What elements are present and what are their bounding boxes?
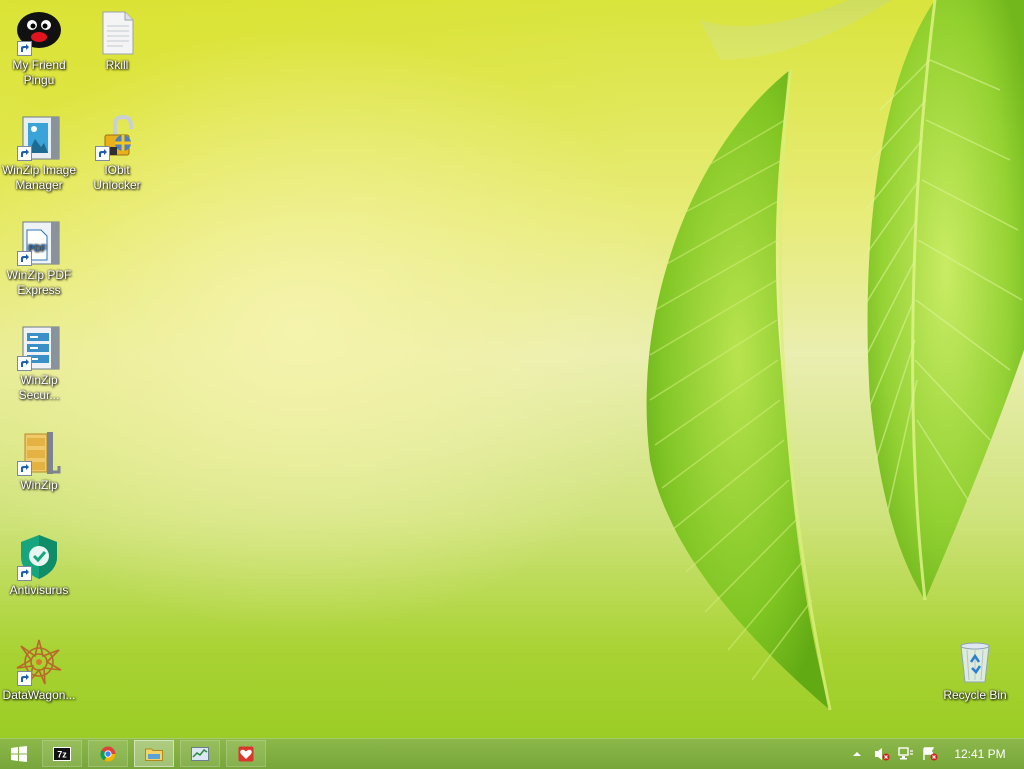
desktop-icon-my-friend-pingu[interactable]: My Friend Pingu xyxy=(0,8,79,88)
task-manager-icon xyxy=(191,746,209,761)
wallpaper-leaves xyxy=(646,0,1024,711)
shortcut-arrow-icon xyxy=(17,566,32,581)
taskbar-file-explorer-button[interactable] xyxy=(134,740,174,767)
start-button[interactable] xyxy=(0,739,38,769)
shortcut-arrow-icon xyxy=(17,671,32,686)
shortcut-arrow-icon xyxy=(17,41,32,56)
network-tray-button[interactable] xyxy=(898,747,914,766)
shortcut-arrow-icon xyxy=(17,356,32,371)
desktop-icon-iobit-unlocker[interactable]: IObit Unlocker xyxy=(77,113,157,193)
network-icon xyxy=(898,747,913,760)
show-hidden-icons-button[interactable] xyxy=(852,747,862,766)
chevron-up-icon xyxy=(853,752,861,756)
desktop-icon-label: Recycle Bin xyxy=(943,688,1007,702)
desktop-icon-winzip-pdf-express[interactable]: PDF WinZip PDF Express xyxy=(0,218,79,298)
desktop-icon-antivisurus[interactable]: Antivisurus xyxy=(0,533,79,598)
chrome-icon xyxy=(100,746,116,761)
desktop-icon-label: Rkill xyxy=(105,58,129,72)
desktop-icon-recycle-bin[interactable]: Recycle Bin xyxy=(935,638,1015,703)
desktop-icon-label: WinZip xyxy=(20,478,58,492)
taskbar-chrome-button[interactable] xyxy=(88,740,128,767)
desktop-icon-winzip-secure[interactable]: WinZip Secur... xyxy=(0,323,79,403)
windows-logo-icon xyxy=(11,746,27,762)
desktop-icon-label: DataWagon... xyxy=(2,688,76,702)
heart-app-icon xyxy=(238,746,254,761)
taskbar-heart-app-button[interactable] xyxy=(226,740,266,767)
file-explorer-icon xyxy=(145,748,163,761)
action-center-tray-button[interactable] xyxy=(922,747,938,766)
desktop-icon-label: WinZip PDF Express xyxy=(6,268,72,297)
taskbar-7zip-button[interactable]: 7z xyxy=(42,740,82,767)
desktop-icon-datawagon[interactable]: DataWagon... xyxy=(0,638,79,703)
desktop-icon-label: Antivisurus xyxy=(9,583,69,597)
desktop-icon-winzip[interactable]: WinZip xyxy=(0,428,79,493)
desktop-icon-label: WinZip Image Manager xyxy=(1,163,77,192)
taskbar-clock[interactable]: 12:41 PM xyxy=(948,739,1012,769)
desktop-icon-rkill[interactable]: Rkill xyxy=(77,8,157,73)
speaker-muted-icon xyxy=(875,748,890,761)
svg-text:7z: 7z xyxy=(57,749,67,759)
desktop-icon-label: IObit Unlocker xyxy=(93,163,141,192)
desktop-icon-label: My Friend Pingu xyxy=(12,58,66,87)
volume-tray-button[interactable] xyxy=(874,747,890,766)
taskbar: 7z 12:41 PM xyxy=(0,738,1024,769)
document-icon xyxy=(102,11,134,55)
desktop-icon-label: WinZip Secur... xyxy=(18,373,60,402)
action-center-icon xyxy=(923,747,938,761)
shortcut-arrow-icon xyxy=(17,146,32,161)
7zip-icon: 7z xyxy=(53,746,71,761)
shortcut-arrow-icon xyxy=(95,146,110,161)
recycle-bin-icon xyxy=(960,642,990,683)
desktop-icon-winzip-image-manager[interactable]: WinZip Image Manager xyxy=(0,113,79,193)
shortcut-arrow-icon xyxy=(17,461,32,476)
taskbar-task-manager-button[interactable] xyxy=(180,740,220,767)
desktop: My Friend Pingu Rkill WinZip Image Manag… xyxy=(0,0,1024,738)
shortcut-arrow-icon xyxy=(17,251,32,266)
